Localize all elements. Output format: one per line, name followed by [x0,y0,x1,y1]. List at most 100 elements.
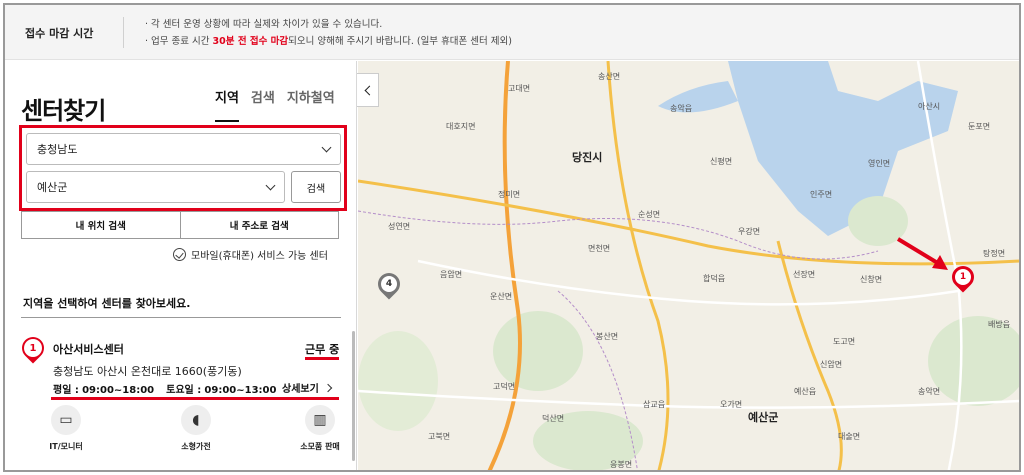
page-title: 센터찾기 [21,97,106,125]
cluster-count: 4 [381,276,397,292]
service-small-appliance: ◖ 소형가전 [161,405,231,452]
province-value: 충청남도 [37,143,78,156]
map-label: 당진시 [572,151,603,164]
notice-divider [123,17,124,48]
service-label: 소모품 판매 [300,442,340,451]
center-finder-panel: 센터찾기 지역 검색 지하철역 충청남도 예산군 검색 내 위치 검색 내 주소… [5,61,357,470]
map-label: 둔포면 [968,122,991,131]
highlight-underline [51,397,339,400]
chevron-left-icon [364,85,374,95]
region-hint: 지역을 선택하여 센터를 찾아보세요. [23,297,191,310]
tab-subway[interactable]: 지하철역 [287,87,335,122]
map-label: 우강면 [738,227,761,236]
toner-icon: ▥ [305,405,335,435]
saturday-time: 09:00~13:00 [204,385,277,396]
district-select[interactable]: 예산군 [26,171,285,203]
service-it-monitor: ▭ IT/모니터 [31,405,101,452]
screenshot-frame: 접수 마감 시간 · 각 센터 운영 상황에 따라 실제와 차이가 있을 수 있… [3,3,1021,472]
service-consumables: ▥ 소모품 판매 [285,405,355,452]
map-label: 면천면 [588,244,611,253]
map-label: 덕산면 [542,414,565,423]
list-scrollbar[interactable] [352,331,355,461]
map-label: 송산면 [598,72,621,81]
notice-line-1: · 각 센터 운영 상황에 따라 실제와 차이가 있을 수 있습니다. [145,19,383,30]
chevron-down-icon [321,142,332,152]
notice-line-2-prefix: · 업무 종료 시간 [145,36,213,47]
map-label: 대술면 [838,432,861,441]
my-address-button[interactable]: 내 주소로 검색 [180,211,339,239]
weekday-time: 09:00~18:00 [82,385,155,396]
map-label: 고대면 [508,84,531,93]
tab-search[interactable]: 검색 [251,87,275,122]
map-label: 예산읍 [794,387,817,396]
my-location-button[interactable]: 내 위치 검색 [21,211,181,239]
search-button[interactable]: 검색 [291,171,341,203]
center-list-item[interactable]: 1 아산서비스센터 근무 중 충청남도 아산시 온천대로 1660(풍기동) 평… [5,319,355,469]
collapse-panel-button[interactable] [357,73,379,107]
saturday-label: 토요일 : [166,385,202,396]
map-label: 배방읍 [988,320,1011,329]
mobile-service-filter[interactable]: 모바일(휴대폰) 서비스 가능 센터 [173,247,328,262]
service-label: 소형가전 [181,442,211,451]
map-label: 탕정면 [983,249,1006,258]
notice-line-2-suffix: 되오니 양해해 주시기 바랍니다. (일부 휴대폰 센터 제외) [288,36,512,47]
map-label: 음암면 [440,270,463,279]
location-button-row: 내 위치 검색 내 주소로 검색 [21,211,339,239]
highway-road [606,61,670,470]
mouse-icon: ◖ [181,405,211,435]
map-view[interactable]: 송산면 송악읍 고대면 대호지면 당진시 신평면 정미면 순성면 우강면 인주면… [358,61,1019,470]
status-badge: 근무 중 [305,341,340,360]
chevron-right-icon [323,383,333,392]
notice-list: · 각 센터 운영 상황에 따라 실제와 차이가 있을 수 있습니다. · 업무… [145,16,512,50]
tab-region[interactable]: 지역 [215,87,239,122]
map-label: 영인면 [868,159,891,168]
map-label: 신암면 [820,360,843,369]
map-label: 오가면 [720,400,743,409]
map-label: 송악읍 [670,104,693,113]
map-label: 신창면 [860,275,883,284]
forest-area [358,331,438,431]
map-label: 송악면 [918,387,941,396]
search-tabs: 지역 검색 지하철역 [215,87,335,122]
map-label: 정미면 [498,190,521,199]
check-circle-icon [173,248,186,261]
map-label: 도고면 [833,337,856,346]
center-number: 1 [24,339,42,357]
district-value: 예산군 [37,181,68,194]
map-label: 선장면 [793,270,816,279]
highway-road [487,61,522,470]
map-label: 고북면 [428,432,451,441]
pointer-arrow [896,237,943,267]
laptop-icon: ▭ [51,405,81,435]
service-list: ▭ IT/모니터 ◖ 소형가전 ▥ 소모품 판매 [49,405,355,465]
detail-label: 상세보기 [282,384,319,395]
map-label: 아산시 [918,102,941,111]
center-name[interactable]: 아산서비스센터 [53,341,124,357]
map-pin-number: 1 [955,269,971,285]
map-label: 봉산면 [596,332,619,341]
chevron-down-icon [265,180,276,190]
province-select[interactable]: 충청남도 [26,133,341,165]
map-label: 신평면 [710,157,733,166]
map-label: 대호지면 [446,122,476,131]
detail-link[interactable]: 상세보기 [282,380,333,395]
notice-deadline-highlight: 30분 전 접수 마감 [212,36,289,47]
map-label: 예산군 [748,411,779,424]
map-label: 합덕읍 [703,274,726,283]
map-label: 고덕면 [493,382,516,391]
service-label: IT/모니터 [49,442,83,451]
map-label: 순성면 [638,210,661,219]
region-select-group: 충청남도 예산군 검색 [19,125,347,211]
map-label: 성연면 [388,222,411,231]
map-label: 응봉면 [610,460,633,469]
weekday-hours: 평일 : 09:00~18:00 [53,381,154,396]
map-label: 삽교읍 [643,400,666,409]
divider [21,317,341,318]
saturday-hours: 토요일 : 09:00~13:00 [166,381,276,396]
notice-title: 접수 마감 시간 [25,27,94,40]
mobile-service-label: 모바일(휴대폰) 서비스 가능 센터 [191,251,328,262]
weekday-label: 평일 : [53,385,79,396]
forest-area [493,311,583,391]
map-label: 운산면 [490,292,513,301]
admin-boundary [358,210,879,260]
